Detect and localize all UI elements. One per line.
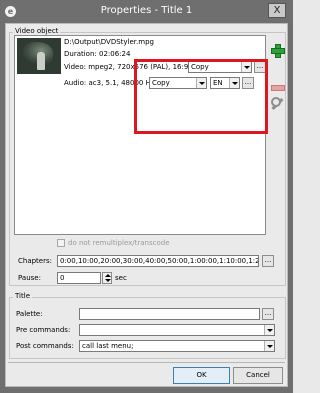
video-thumbnail — [17, 38, 61, 74]
thumbnail-figure — [37, 52, 45, 70]
post-commands-label: Post commands: — [16, 342, 74, 350]
title-group-label: Title — [13, 292, 33, 300]
add-icon[interactable] — [270, 43, 285, 58]
video-file-path: D:\Output\DVDStyler.mpg — [64, 38, 154, 46]
pause-input[interactable]: 0 — [57, 272, 101, 284]
post-commands-value: call last menu; — [82, 342, 134, 350]
post-commands-select[interactable]: call last menu; — [79, 340, 275, 352]
remove-icon[interactable] — [270, 80, 285, 94]
wrench-icon[interactable] — [270, 97, 284, 111]
pre-commands-select[interactable] — [79, 324, 275, 336]
arrow-up-icon — [105, 274, 111, 277]
footer-divider — [8, 362, 285, 363]
remultiplex-checkbox[interactable] — [57, 239, 65, 247]
palette-label: Palette: — [16, 310, 43, 318]
dialog-body: Video object D:\Output\DVDStyler.mpg Dur… — [5, 23, 288, 387]
ok-button[interactable]: OK — [173, 367, 230, 384]
chevron-down-icon — [264, 325, 274, 335]
arrow-down-icon — [105, 279, 111, 282]
chapters-button[interactable]: ... — [262, 255, 274, 267]
pre-commands-label: Pre commands: — [16, 326, 71, 334]
video-object-label: Video object — [13, 27, 61, 35]
pause-label: Pause: — [18, 274, 41, 282]
window-title: Properties - Title 1 — [100, 5, 193, 16]
chevron-down-icon — [264, 341, 274, 351]
pause-unit: sec — [115, 274, 127, 282]
cancel-button[interactable]: Cancel — [233, 367, 283, 384]
remultiplex-label: do not remultiplex/transcode — [68, 239, 170, 247]
close-button[interactable]: X — [268, 3, 286, 18]
video-duration: Duration: 02:06:24 — [64, 50, 131, 58]
chapters-input[interactable]: 0:00,10:00,20:00,30:00,40:00,50:00,1:00:… — [57, 255, 259, 267]
highlight-box — [134, 59, 268, 134]
properties-window: e Properties - Title 1 X Video object D:… — [0, 0, 293, 393]
palette-input[interactable] — [79, 308, 260, 320]
chapters-label: Chapters: — [18, 257, 52, 265]
palette-button[interactable]: ... — [262, 308, 274, 320]
pause-stepper[interactable] — [102, 272, 112, 284]
title-bar: e Properties - Title 1 X — [1, 1, 292, 23]
pause-value: 0 — [60, 274, 65, 282]
chapters-value: 0:00,10:00,20:00,30:00,40:00,50:00,1:00:… — [60, 257, 259, 265]
